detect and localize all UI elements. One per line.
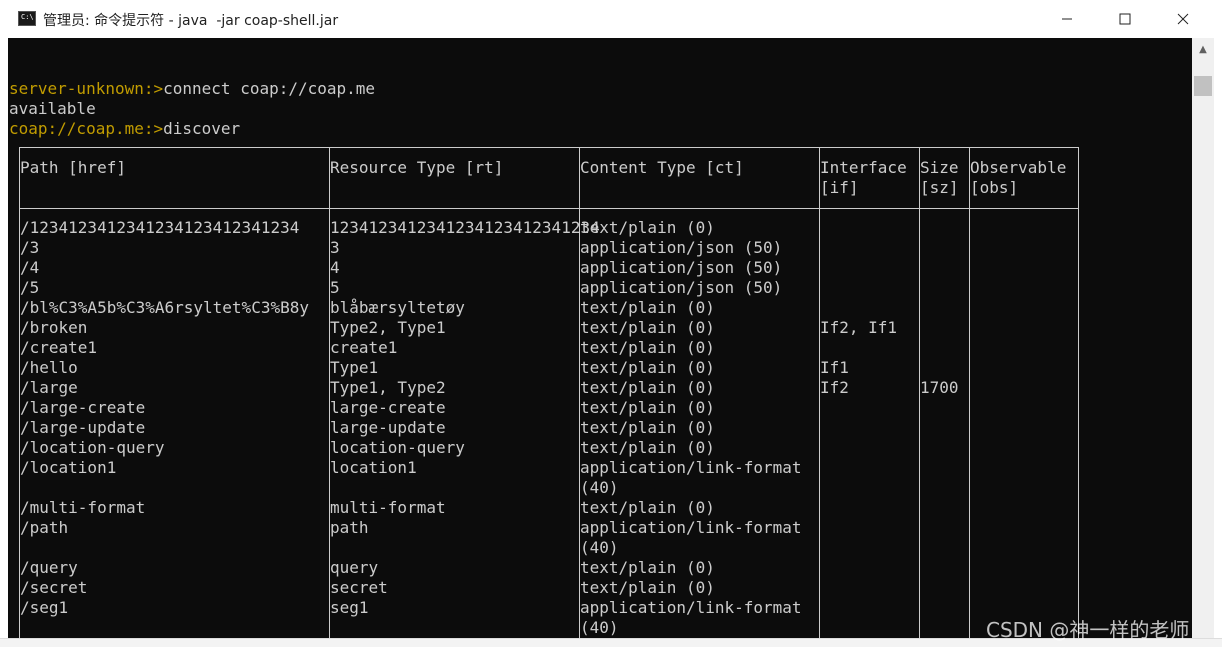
table-cell: (40) — [580, 538, 619, 557]
scrollbar-thumb[interactable] — [1194, 76, 1212, 96]
console-line: server-unknown:>connect coap://coap.me — [9, 79, 375, 99]
table-cell: /seg1 — [20, 598, 69, 617]
table-cell: (40) — [580, 478, 619, 497]
table-cell: text/plain (0) — [580, 398, 715, 417]
table-header-cell: Content Type [ct] — [580, 158, 744, 177]
table-header-cell: Observable — [970, 158, 1067, 177]
table-header-cell: Interface — [820, 158, 907, 177]
table-cell: location1 — [330, 458, 417, 477]
table-cell: /path — [20, 518, 69, 537]
table-cell: location-query — [330, 438, 465, 457]
table-cell: application/link-format — [580, 598, 802, 617]
table-cell: text/plain (0) — [580, 378, 715, 397]
table-cell: /hello — [20, 358, 78, 377]
table-cell: /5 — [20, 278, 40, 297]
prompt: coap://coap.me:> — [9, 119, 164, 138]
output-text: available — [9, 99, 96, 118]
table-cell: text/plain (0) — [580, 498, 715, 517]
table-cell: path — [330, 518, 369, 537]
console-line: coap://coap.me:>discover — [9, 119, 240, 139]
table-cell: application/link-format — [580, 518, 802, 537]
table-cell: large-update — [330, 418, 446, 437]
table-cell: /broken — [20, 318, 88, 337]
table-cell: Type1, Type2 — [330, 378, 446, 397]
discover-results-table: Path [href] Resource Type [rt] Content Typ… — [19, 147, 1079, 638]
table-cell: query — [330, 558, 379, 577]
scroll-up-arrow-icon[interactable]: ▲ — [1192, 38, 1214, 60]
table-header-cell: Path [href] — [20, 158, 126, 177]
table-cell: text/plain (0) — [580, 318, 715, 337]
table-cell: text/plain (0) — [580, 298, 715, 317]
table-cell: application/link-format — [580, 458, 802, 477]
table-cell: seg1 — [330, 598, 369, 617]
table-cell: blåbærsyltetøy — [330, 298, 465, 317]
table-cell: large-create — [330, 398, 446, 417]
table-header-cell: [obs] — [970, 178, 1019, 197]
table-cell: create1 — [330, 338, 398, 357]
table-cell: If2, If1 — [820, 318, 898, 337]
table-cell: Type1 — [330, 358, 379, 377]
table-cell: /4 — [20, 258, 40, 277]
column-divider — [969, 148, 970, 638]
table-cell: text/plain (0) — [580, 418, 715, 437]
prompt: server-unknown:> — [9, 79, 164, 98]
table-cell: text/plain (0) — [580, 578, 715, 597]
table-cell: text/plain (0) — [580, 438, 715, 457]
table-header-cell: [if] — [820, 178, 859, 197]
table-cell: /3 — [20, 238, 40, 257]
table-cell: text/plain (0) — [580, 358, 715, 377]
window-title: 管理员: 命令提示符 - java -jar coap-shell.jar — [43, 13, 339, 29]
maximize-icon — [1119, 13, 1131, 25]
table-cell: text/plain (0) — [580, 558, 715, 577]
table-cell: application/json (50) — [580, 278, 783, 297]
table-cell: /1234123412341234123412341234 — [20, 218, 300, 237]
table-cell: /large-create — [20, 398, 146, 417]
title-bar[interactable]: C:\ 管理员: 命令提示符 - java -jar coap-shell.ja… — [0, 0, 1222, 38]
cmd-icon: C:\ — [18, 11, 36, 26]
maximize-button[interactable] — [1096, 0, 1154, 38]
table-cell: If1 — [820, 358, 849, 377]
close-icon — [1177, 13, 1189, 25]
table-cell: /create1 — [20, 338, 98, 357]
console-line: available — [9, 99, 96, 119]
table-cell: (40) — [580, 618, 619, 637]
table-cell: 5 — [330, 278, 340, 297]
table-cell: /multi-format — [20, 498, 146, 517]
header-divider — [20, 208, 1078, 209]
table-cell: application/json (50) — [580, 258, 783, 277]
table-cell: application/json (50) — [580, 238, 783, 257]
table-cell: Type2, Type1 — [330, 318, 446, 337]
command-text: connect coap://coap.me — [163, 79, 376, 98]
table-header-cell: Resource Type [rt] — [330, 158, 504, 177]
table-cell: /location1 — [20, 458, 117, 477]
minimize-button[interactable] — [1038, 0, 1096, 38]
table-cell: /large — [20, 378, 78, 397]
console-area[interactable]: server-unknown:>connect coap://coap.me a… — [8, 38, 1192, 638]
table-header-cell: [sz] — [920, 178, 959, 197]
table-cell: text/plain (0) — [580, 218, 715, 237]
table-cell: 1700 — [920, 378, 959, 397]
watermark: CSDN @神一样的老师 — [986, 618, 1190, 642]
table-header-cell: Size — [920, 158, 959, 177]
table-cell: /query — [20, 558, 78, 577]
table-cell: multi-format — [330, 498, 446, 517]
table-cell: /bl%C3%A5b%C3%A6rsyltet%C3%B8y — [20, 298, 309, 317]
table-cell: secret — [330, 578, 388, 597]
table-cell: /large-update — [20, 418, 146, 437]
table-cell: /secret — [20, 578, 88, 597]
table-cell: 3 — [330, 238, 340, 257]
table-cell: text/plain (0) — [580, 338, 715, 357]
table-cell: 1234123412341234123412341234 — [330, 218, 600, 237]
table-cell: 4 — [330, 258, 340, 277]
command-text: discover — [163, 119, 241, 138]
minimize-icon — [1062, 18, 1072, 20]
close-button[interactable] — [1154, 0, 1212, 38]
vertical-scrollbar[interactable]: ▲ — [1192, 38, 1214, 638]
table-cell: /location-query — [20, 438, 165, 457]
table-cell: If2 — [820, 378, 849, 397]
